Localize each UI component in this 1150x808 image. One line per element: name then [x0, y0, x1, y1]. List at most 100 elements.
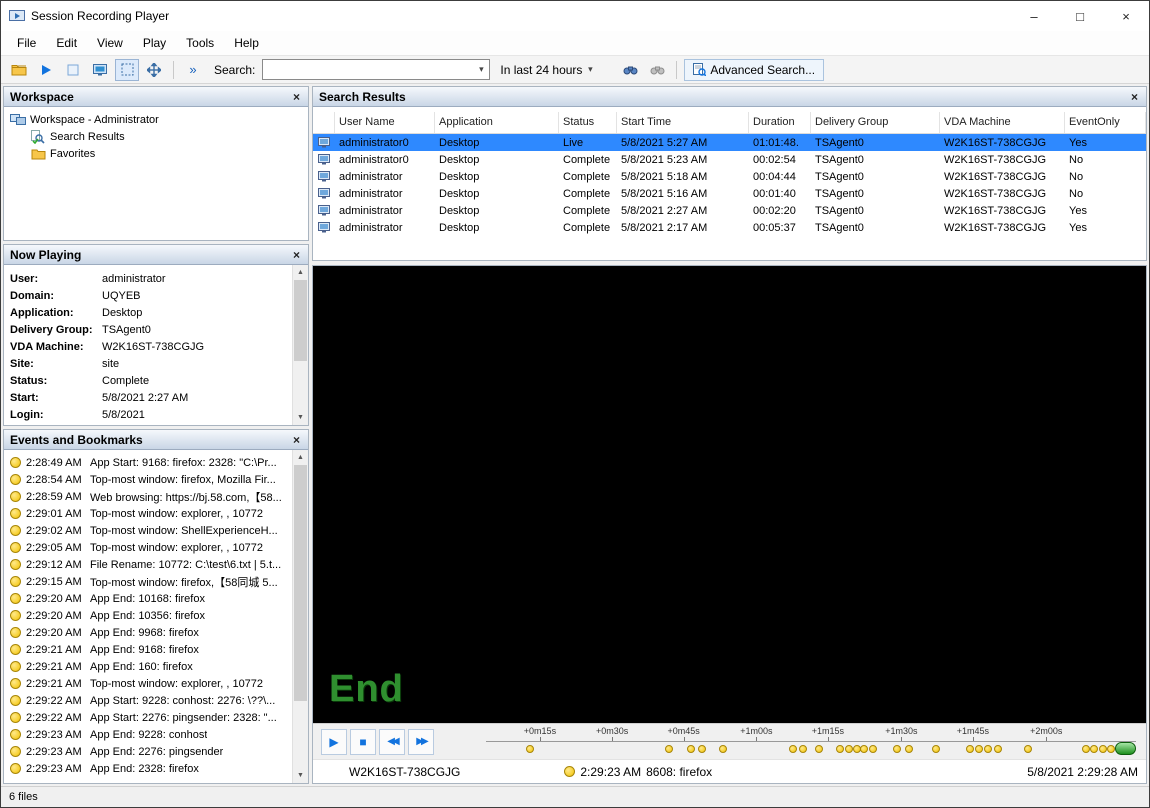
event-item[interactable]: 2:29:20 AMApp End: 9968: firefox	[8, 624, 292, 641]
frame-button[interactable]	[61, 59, 85, 81]
event-item[interactable]: 2:29:01 AMTop-most window: explorer, , 1…	[8, 505, 292, 522]
timeline-event-dot[interactable]	[905, 745, 913, 753]
timeline-event-dot[interactable]	[526, 745, 534, 753]
event-item[interactable]: 2:28:59 AMWeb browsing: https://bj.58.co…	[8, 488, 292, 505]
event-item[interactable]: 2:28:54 AMTop-most window: firefox, Mozi…	[8, 471, 292, 488]
column-header-user[interactable]: User Name	[335, 112, 435, 133]
search-combobox[interactable]: ▾	[262, 59, 490, 80]
event-item[interactable]: 2:29:21 AMApp End: 160: firefox	[8, 658, 292, 675]
minimize-button[interactable]: –	[1011, 1, 1057, 31]
timeline-event-dot[interactable]	[869, 745, 877, 753]
search-result-row[interactable]: administrator0DesktopComplete5/8/2021 5:…	[313, 151, 1146, 168]
event-item[interactable]: 2:28:49 AMApp Start: 9168: firefox: 2328…	[8, 454, 292, 471]
maximize-button[interactable]: □	[1057, 1, 1103, 31]
event-item[interactable]: 2:29:23 AMApp End: 2328: firefox	[8, 760, 292, 777]
event-item[interactable]: 2:29:05 AMTop-most window: explorer, , 1…	[8, 539, 292, 556]
events-scrollbar[interactable]: ▲ ▼	[292, 450, 308, 783]
scroll-down-icon[interactable]: ▼	[293, 410, 308, 425]
column-header-status[interactable]: Status	[559, 112, 617, 133]
menu-file[interactable]: File	[7, 32, 46, 54]
open-file-button[interactable]	[7, 59, 31, 81]
timeline-track[interactable]	[486, 741, 1136, 742]
search-result-row[interactable]: administratorDesktopComplete5/8/2021 2:1…	[313, 219, 1146, 236]
timeline-event-dot[interactable]	[845, 745, 853, 753]
column-header-start[interactable]: Start Time	[617, 112, 749, 133]
stop-button[interactable]: ■	[350, 729, 376, 755]
search-input[interactable]	[263, 60, 473, 79]
event-item[interactable]: 2:29:21 AMTop-most window: explorer, , 1…	[8, 675, 292, 692]
timeline-position-slider[interactable]	[1115, 742, 1136, 755]
timeline-event-dot[interactable]	[1082, 745, 1090, 753]
search-result-row[interactable]: administratorDesktopComplete5/8/2021 5:1…	[313, 168, 1146, 185]
search-result-row[interactable]: administratorDesktopComplete5/8/2021 5:1…	[313, 185, 1146, 202]
scroll-thumb[interactable]	[294, 465, 307, 701]
scroll-up-icon[interactable]: ▲	[293, 265, 308, 280]
search-result-row[interactable]: administratorDesktopComplete5/8/2021 2:2…	[313, 202, 1146, 219]
event-item[interactable]: 2:29:20 AMApp End: 10168: firefox	[8, 590, 292, 607]
timeline-event-dot[interactable]	[994, 745, 1002, 753]
tree-root-workspace[interactable]: Workspace - Administrator	[6, 111, 306, 128]
event-item[interactable]: 2:29:22 AMApp Start: 9228: conhost: 2276…	[8, 692, 292, 709]
close-button[interactable]: ×	[1103, 1, 1149, 31]
timeline-event-dot[interactable]	[836, 745, 844, 753]
event-item[interactable]: 2:29:23 AMApp End: 9228: conhost	[8, 726, 292, 743]
search-result-row[interactable]: administrator0DesktopLive5/8/2021 5:27 A…	[313, 134, 1146, 151]
advanced-search-button[interactable]: Advanced Search...	[684, 59, 824, 81]
menu-play[interactable]: Play	[133, 32, 176, 54]
fast-forward-button[interactable]: ▶▶	[408, 729, 434, 755]
column-header-event[interactable]: EventOnly	[1065, 112, 1146, 133]
play-button[interactable]: ▶	[321, 729, 347, 755]
search-dropdown-arrow-icon[interactable]: ▾	[473, 64, 489, 75]
event-item[interactable]: 2:29:12 AMFile Rename: 10772: C:\test\6.…	[8, 556, 292, 573]
timeline-event-dot[interactable]	[719, 745, 727, 753]
events-close-icon[interactable]: ×	[291, 433, 302, 447]
event-item[interactable]: 2:29:23 AMApp End: 2276: pingsender	[8, 743, 292, 760]
timeline-event-dot[interactable]	[932, 745, 940, 753]
menu-view[interactable]: View	[87, 32, 133, 54]
menu-edit[interactable]: Edit	[46, 32, 87, 54]
find-next-icon[interactable]	[618, 59, 642, 81]
event-item[interactable]: 2:29:02 AMTop-most window: ShellExperien…	[8, 522, 292, 539]
timeline-event-dot[interactable]	[893, 745, 901, 753]
time-filter-dropdown[interactable]: In last 24 hours ▾	[493, 59, 615, 80]
timeline-event-dot[interactable]	[815, 745, 823, 753]
timeline-event-dot[interactable]	[1090, 745, 1098, 753]
rewind-button[interactable]: ◀◀	[379, 729, 405, 755]
more-tools-button[interactable]: »	[181, 59, 205, 81]
timeline-event-dot[interactable]	[860, 745, 868, 753]
scale-to-fit-button[interactable]	[115, 59, 139, 81]
timeline-event-dot[interactable]	[984, 745, 992, 753]
fit-screen-button[interactable]	[88, 59, 112, 81]
column-header-dur[interactable]: Duration	[749, 112, 811, 133]
timeline-event-dot[interactable]	[1024, 745, 1032, 753]
timeline-event-dot[interactable]	[789, 745, 797, 753]
player-timeline[interactable]: +0m15s+0m30s+0m45s+1m00s+1m15s+1m30s+1m4…	[486, 725, 1136, 759]
timeline-event-dot[interactable]	[975, 745, 983, 753]
event-item[interactable]: 2:29:22 AMApp Start: 2276: pingsender: 2…	[8, 709, 292, 726]
scroll-down-icon[interactable]: ▼	[293, 768, 308, 783]
scroll-thumb[interactable]	[294, 280, 307, 361]
timeline-event-dot[interactable]	[853, 745, 861, 753]
pan-button[interactable]	[142, 59, 166, 81]
now-playing-scrollbar[interactable]: ▲ ▼	[292, 265, 308, 425]
column-header-app[interactable]: Application	[435, 112, 559, 133]
scroll-up-icon[interactable]: ▲	[293, 450, 308, 465]
column-header-group[interactable]: Delivery Group	[811, 112, 940, 133]
menu-help[interactable]: Help	[224, 32, 269, 54]
column-header-vda[interactable]: VDA Machine	[940, 112, 1065, 133]
event-item[interactable]: 2:29:15 AMTop-most window: firefox,【58同城…	[8, 573, 292, 590]
tree-item-favorites[interactable]: Favorites	[6, 145, 306, 162]
timeline-event-dot[interactable]	[1099, 745, 1107, 753]
play-toolbar-button[interactable]	[34, 59, 58, 81]
workspace-close-icon[interactable]: ×	[291, 90, 302, 104]
timeline-event-dot[interactable]	[966, 745, 974, 753]
menu-tools[interactable]: Tools	[176, 32, 224, 54]
find-previous-icon[interactable]	[645, 59, 669, 81]
timeline-event-dot[interactable]	[665, 745, 673, 753]
event-item[interactable]: 2:29:20 AMApp End: 10356: firefox	[8, 607, 292, 624]
timeline-event-dot[interactable]	[687, 745, 695, 753]
search-results-close-icon[interactable]: ×	[1129, 90, 1140, 104]
event-item[interactable]: 2:29:21 AMApp End: 9168: firefox	[8, 641, 292, 658]
timeline-event-dot[interactable]	[799, 745, 807, 753]
timeline-event-dot[interactable]	[698, 745, 706, 753]
